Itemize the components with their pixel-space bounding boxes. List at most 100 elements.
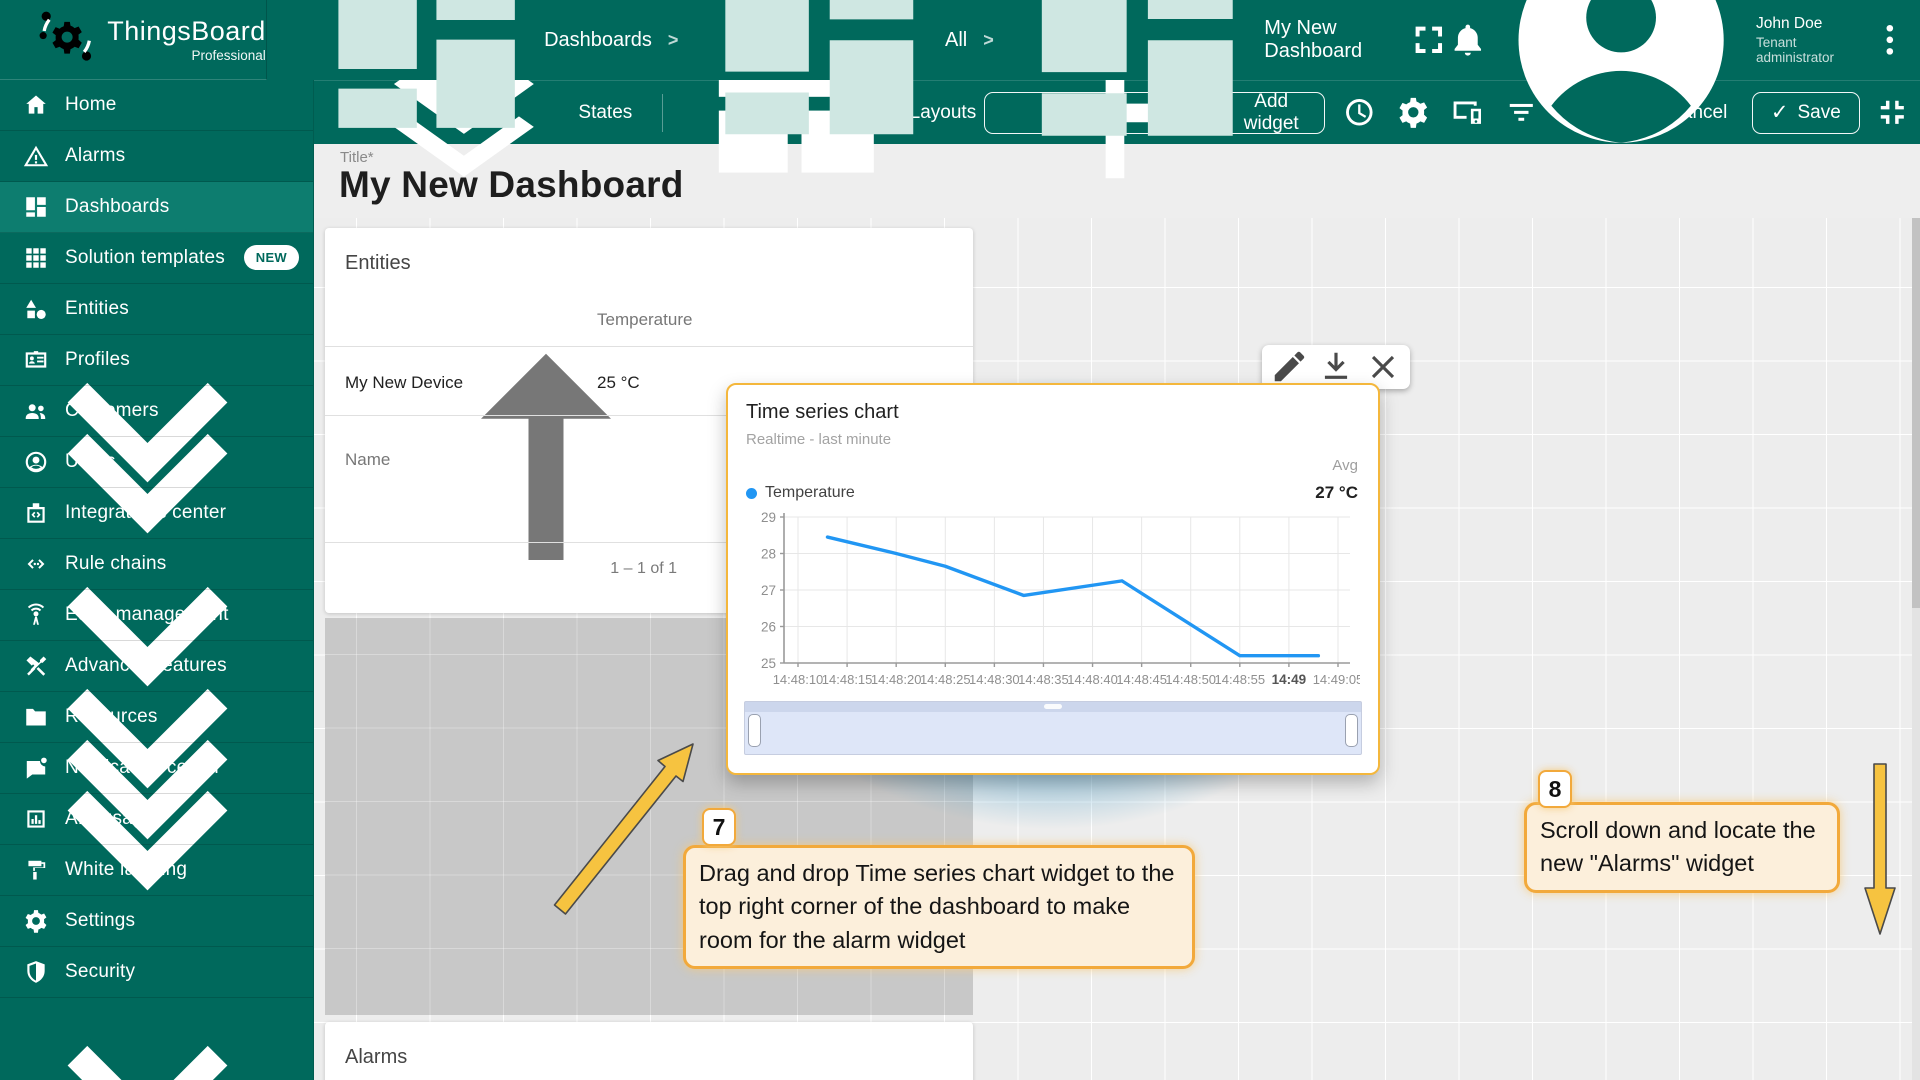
warning-icon xyxy=(23,143,49,169)
bell-icon xyxy=(1448,20,1488,60)
sidebar-item-label: Settings xyxy=(65,910,135,932)
sidebar-item-customers[interactable]: Customers xyxy=(0,386,313,437)
sidebar-item-advanced-features[interactable]: Advanced features xyxy=(0,641,313,692)
breadcrumb-separator: > xyxy=(668,30,679,51)
user-name: John Doe xyxy=(1756,15,1856,33)
scrollbar-thumb[interactable] xyxy=(1912,218,1920,608)
svg-text:26: 26 xyxy=(761,620,776,635)
step-8-arrow xyxy=(1858,760,1902,940)
cell-name: My New Device xyxy=(345,373,463,393)
svg-text:14:48:20: 14:48:20 xyxy=(871,672,922,687)
thingsboard-logo[interactable]: ThingsBoard Professional xyxy=(0,0,267,80)
chevron-down-icon xyxy=(0,961,295,1080)
sidebar: Home Alarms Dashboards Solution templatesNE… xyxy=(0,80,314,1080)
cell-temperature: 25 °C xyxy=(597,373,640,393)
legend-avg-value: 27 °C xyxy=(1315,483,1358,503)
legend-dot xyxy=(746,488,757,499)
svg-text:14:48:15: 14:48:15 xyxy=(822,672,873,687)
vertical-scrollbar[interactable] xyxy=(1912,218,1920,1080)
sidebar-item-notification-center[interactable]: Notification center xyxy=(0,743,313,794)
sidebar-item-rule-chains[interactable]: Rule chains xyxy=(0,539,313,590)
dashboard-icon xyxy=(309,0,544,158)
svg-text:14:49:05: 14:49:05 xyxy=(1313,672,1360,687)
step-8-badge: 8 xyxy=(1538,770,1572,808)
settings-icon xyxy=(23,908,49,934)
svg-text:25: 25 xyxy=(761,656,776,671)
new-badge: NEW xyxy=(244,245,299,270)
thingsboard-logo-icon xyxy=(36,6,97,72)
breadcrumb-item-all[interactable]: All xyxy=(694,0,967,165)
breadcrumb-separator: > xyxy=(983,30,994,51)
sidebar-item-home[interactable]: Home xyxy=(0,80,313,131)
time-series-line-chart: 292827262514:48:1014:48:1514:48:2014:48:… xyxy=(746,511,1360,693)
scrollbar-left-handle[interactable] xyxy=(748,714,761,747)
breadcrumb-item-dashboards[interactable]: Dashboards xyxy=(309,0,652,158)
rule-chains-icon xyxy=(23,551,49,577)
user-menu[interactable]: John Doe Tenant administrator xyxy=(1498,0,1857,163)
scrollbar-grip[interactable] xyxy=(1044,704,1062,709)
svg-text:29: 29 xyxy=(761,511,776,525)
main-content: Title* My New Dashboard Entities Name Te… xyxy=(313,144,1920,1080)
time-series-chart-widget[interactable]: Time series chart Realtime - last minute… xyxy=(726,383,1380,775)
sidebar-item-users[interactable]: Users xyxy=(0,437,313,488)
fullscreen-button[interactable] xyxy=(1409,16,1449,64)
svg-text:14:48:50: 14:48:50 xyxy=(1165,672,1216,687)
sidebar-item-white-labeling[interactable]: White labeling xyxy=(0,845,313,896)
scrollbar-right-handle[interactable] xyxy=(1345,714,1358,747)
step-8-note: Scroll down and locate the new "Alarms" … xyxy=(1524,802,1840,893)
notifications-button[interactable] xyxy=(1448,16,1488,64)
sidebar-item-integrations-center[interactable]: Integrations center xyxy=(0,488,313,539)
sidebar-item-label: Alarms xyxy=(65,145,125,167)
home-icon xyxy=(23,92,49,118)
logo-title: ThingsBoard xyxy=(107,16,266,47)
svg-text:14:48:10: 14:48:10 xyxy=(773,672,824,687)
sidebar-item-solution-templates[interactable]: Solution templatesNEW xyxy=(0,233,313,284)
top-header: ThingsBoard Professional Dashboards>All>… xyxy=(0,0,1920,80)
sidebar-item-label: Dashboards xyxy=(65,196,169,218)
sidebar-item-security[interactable]: Security xyxy=(0,947,313,998)
sidebar-item-profiles[interactable]: Profiles xyxy=(0,335,313,386)
breadcrumb-item-my-new-dashboard[interactable]: My New Dashboard xyxy=(1010,0,1409,167)
svg-text:27: 27 xyxy=(761,583,776,598)
svg-text:14:49: 14:49 xyxy=(1272,672,1307,687)
remove-widget-button[interactable] xyxy=(1364,348,1402,386)
sidebar-item-resources[interactable]: Resources xyxy=(0,692,313,743)
sidebar-item-api-usage[interactable]: API usage xyxy=(0,794,313,845)
sidebar-item-label: Customers xyxy=(65,400,159,422)
step-7-note: Drag and drop Time series chart widget t… xyxy=(683,845,1195,969)
sidebar-item-settings[interactable]: Settings xyxy=(0,896,313,947)
white-labeling-icon xyxy=(23,857,49,883)
users-icon xyxy=(23,449,49,475)
thingsboard-app: ThingsBoard Professional Dashboards > All >… xyxy=(0,0,1920,1080)
sidebar-item-dashboards[interactable]: Dashboards xyxy=(0,182,313,233)
logo-subtitle: Professional xyxy=(107,48,266,63)
alarms-widget-title: Alarms xyxy=(325,1022,973,1069)
svg-text:14:48:40: 14:48:40 xyxy=(1067,672,1118,687)
sidebar-item-edge-management[interactable]: Edge management xyxy=(0,590,313,641)
customers-icon xyxy=(23,398,49,424)
dashboard-icon xyxy=(1010,0,1265,167)
edit-widget-button[interactable] xyxy=(1270,348,1308,386)
dashboard-icon xyxy=(694,0,945,165)
sidebar-item-entities[interactable]: Entities xyxy=(0,284,313,335)
sidebar-item-alarms[interactable]: Alarms xyxy=(0,131,313,182)
chart-agg-label: Avg xyxy=(1332,457,1358,474)
chart-time-scrollbar[interactable] xyxy=(744,701,1362,755)
pagination: 1 – 1 of 1 xyxy=(610,560,677,578)
breadcrumb: Dashboards > All > My New Dashboard xyxy=(309,0,1409,167)
chart-timewindow-label: Realtime - last minute xyxy=(746,431,891,448)
export-widget-button[interactable] xyxy=(1317,348,1355,386)
sidebar-item-label: Rule chains xyxy=(65,553,166,575)
svg-text:14:48:45: 14:48:45 xyxy=(1116,672,1167,687)
svg-text:14:48:30: 14:48:30 xyxy=(969,672,1020,687)
kebab-icon xyxy=(1870,20,1910,60)
svg-text:14:48:25: 14:48:25 xyxy=(920,672,971,687)
user-role: Tenant administrator xyxy=(1756,35,1856,65)
svg-text:14:48:55: 14:48:55 xyxy=(1215,672,1266,687)
more-menu-button[interactable] xyxy=(1870,16,1910,64)
chart-widget-title: Time series chart xyxy=(746,401,899,424)
entities-widget-title: Entities xyxy=(325,228,973,275)
alarms-widget: Alarms xyxy=(325,1022,973,1080)
legend-series-label[interactable]: Temperature xyxy=(765,484,855,502)
svg-text:28: 28 xyxy=(761,547,776,562)
